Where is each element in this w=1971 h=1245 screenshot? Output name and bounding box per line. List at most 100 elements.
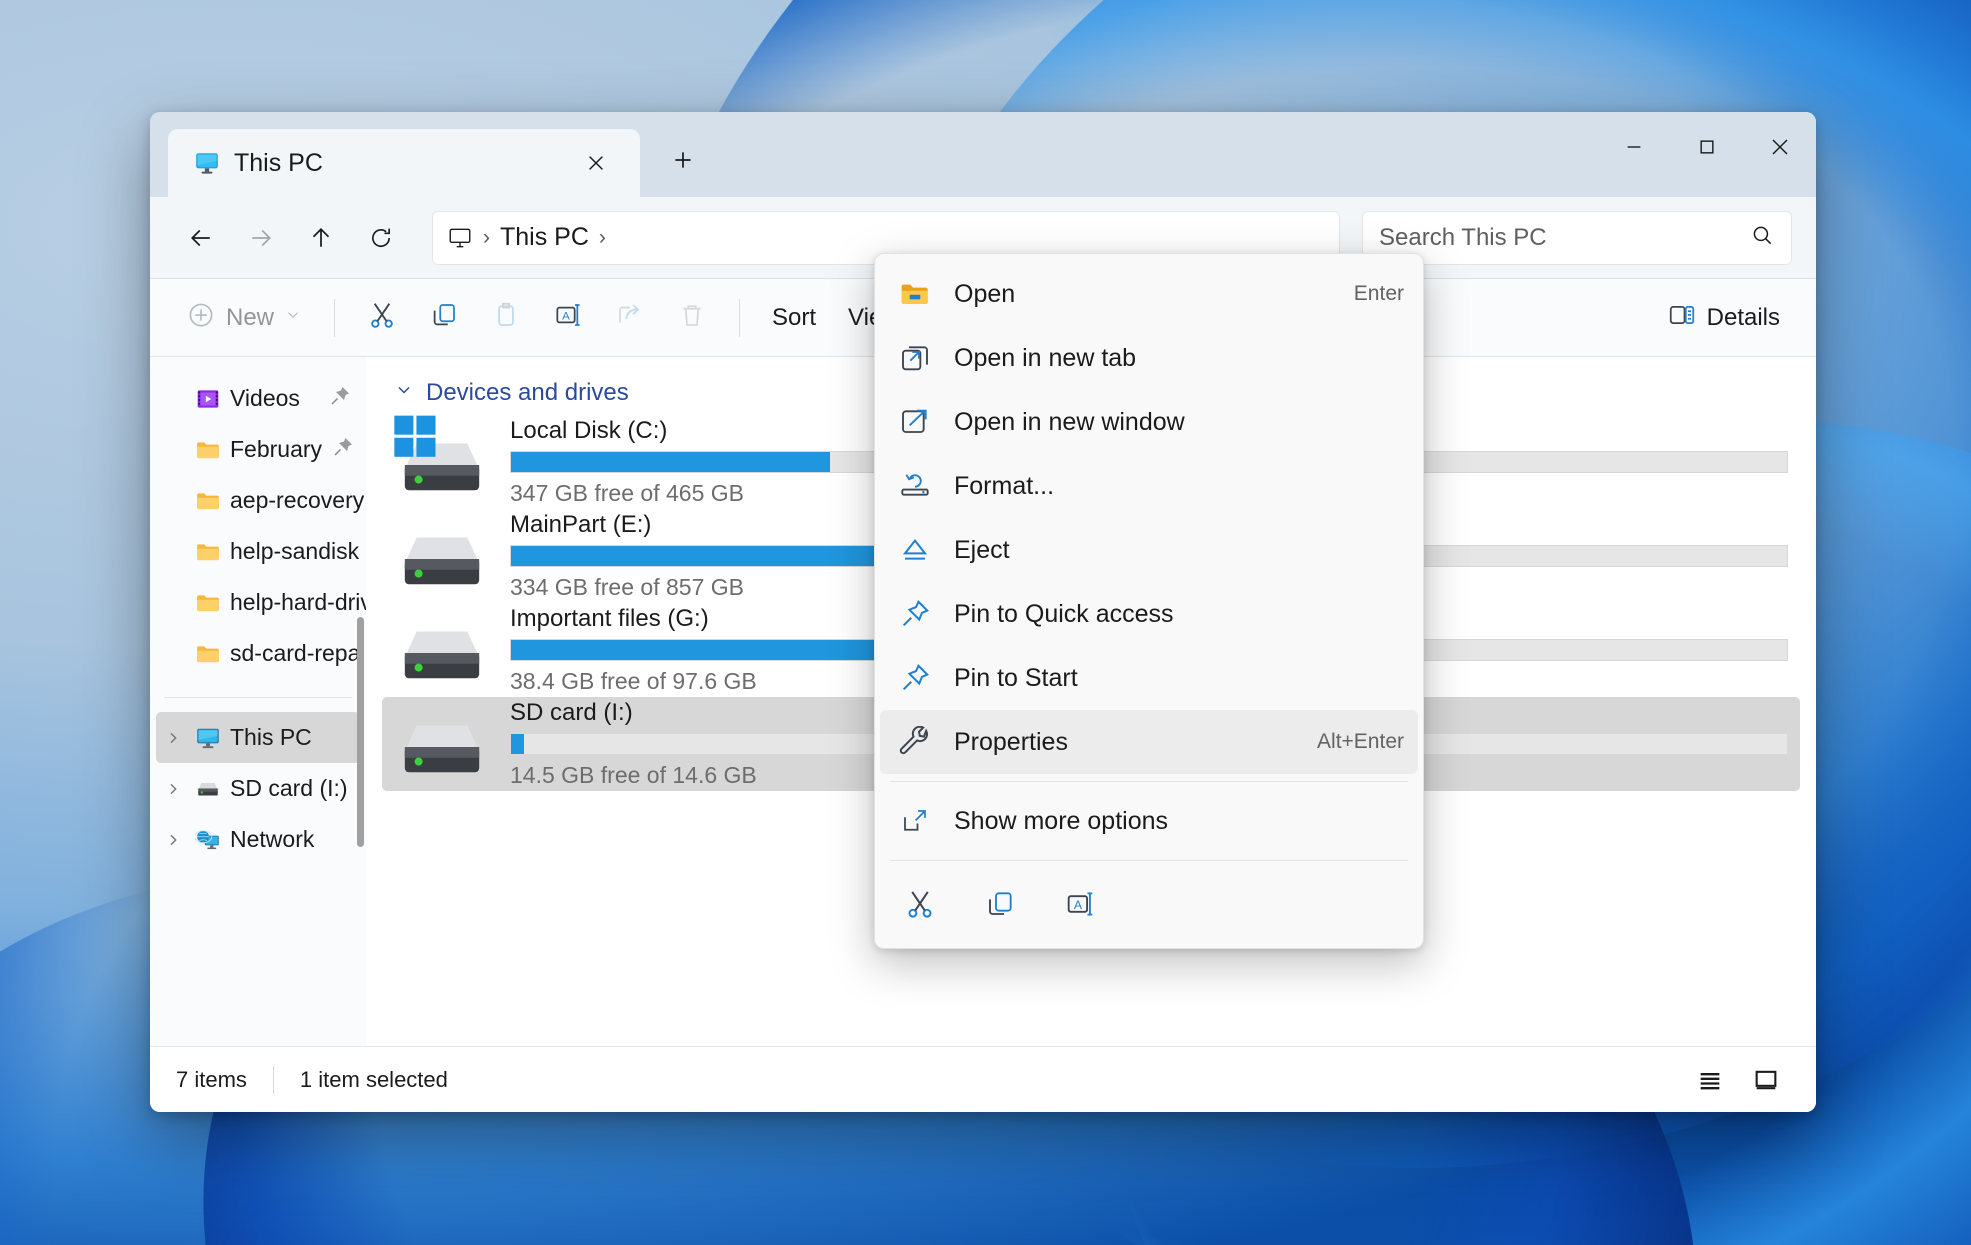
- maximize-button[interactable]: [1670, 112, 1743, 182]
- sidebar-item-help-hard-drive[interactable]: help-hard-drive: [156, 577, 366, 628]
- menu-item-label: Open: [954, 279, 1016, 308]
- folder-icon: [195, 488, 221, 514]
- monitor-icon: [194, 150, 220, 176]
- pin-icon: [896, 659, 934, 697]
- menu-item-format[interactable]: Format...: [880, 454, 1418, 518]
- videos-folder-icon: [195, 386, 221, 412]
- format-disk-icon: [896, 467, 934, 505]
- menu-item-properties[interactable]: Properties Alt+Enter: [880, 710, 1418, 774]
- minimize-button[interactable]: [1597, 112, 1670, 182]
- sort-label: Sort: [772, 303, 817, 331]
- menu-item-pin-to-start[interactable]: Pin to Start: [880, 646, 1418, 710]
- capacity-bar-fill: [511, 452, 830, 472]
- search-box[interactable]: [1362, 210, 1792, 265]
- sidebar-item-this-pc[interactable]: This PC: [156, 712, 360, 763]
- share-button[interactable]: [601, 291, 659, 345]
- divider: [272, 1065, 274, 1094]
- title-bar: This PC: [150, 112, 1816, 197]
- sidebar-item-videos[interactable]: Videos: [156, 373, 360, 424]
- status-bar: 7 items 1 item selected: [150, 1046, 1816, 1112]
- up-button[interactable]: [294, 211, 348, 265]
- folder-icon: [195, 590, 221, 616]
- menu-item-eject[interactable]: Eject: [880, 518, 1418, 582]
- close-icon[interactable]: [574, 141, 618, 185]
- menu-item-open[interactable]: Open Enter: [880, 262, 1418, 326]
- monitor-icon: [447, 225, 473, 251]
- close-button[interactable]: [1743, 112, 1816, 182]
- pin-icon: [328, 384, 352, 413]
- chevron-right-icon[interactable]: [160, 832, 186, 848]
- menu-item-open-in-new-window[interactable]: Open in new window: [880, 390, 1418, 454]
- refresh-button[interactable]: [354, 211, 408, 265]
- details-pane-button[interactable]: Details: [1653, 291, 1794, 345]
- sidebar-item-sd-card-repair[interactable]: sd-card-repair: [156, 628, 366, 679]
- sidebar-item-label: help-sandisk: [230, 538, 360, 564]
- monitor-icon: [195, 725, 221, 751]
- breadcrumb-separator[interactable]: ›: [599, 226, 606, 250]
- menu-item-label: Format...: [954, 471, 1055, 500]
- new-button[interactable]: New: [172, 291, 316, 345]
- sidebar-item-aep-recovery[interactable]: aep-recovery: [156, 475, 364, 526]
- wrench-icon: [896, 723, 934, 761]
- sidebar-item-february[interactable]: February: [156, 424, 360, 475]
- desktop: This PC › This PC › Search This PC New A…: [0, 0, 1971, 1245]
- divider: [890, 860, 1408, 861]
- paste-button[interactable]: [477, 291, 535, 345]
- menu-item-label: Pin to Start: [954, 663, 1078, 692]
- copy-button[interactable]: [415, 291, 473, 345]
- eject-icon: [896, 531, 934, 569]
- context-menu: Open Enter Open in new tab Open in new wind…: [874, 253, 1424, 949]
- cut-button[interactable]: [894, 878, 946, 930]
- quick-access-list: Videos February aep-recovery help-sandisk he…: [150, 373, 366, 679]
- trash-icon: [677, 300, 707, 335]
- delete-button[interactable]: [663, 291, 721, 345]
- list-view-button[interactable]: [1686, 1058, 1734, 1102]
- rename-button[interactable]: A: [539, 291, 597, 345]
- folder-icon: [195, 437, 221, 463]
- tab-strip: This PC: [150, 112, 712, 197]
- menu-item-accelerator: Alt+Enter: [1317, 730, 1404, 753]
- sort-button[interactable]: Sort: [758, 291, 830, 345]
- drive-icon: [195, 776, 221, 802]
- menu-item-open-in-new-tab[interactable]: Open in new tab: [880, 326, 1418, 390]
- menu-item-show-more-options[interactable]: Show more options: [880, 789, 1418, 853]
- menu-item-pin-to-quick-access[interactable]: Pin to Quick access: [880, 582, 1418, 646]
- window-controls: [1597, 112, 1816, 182]
- forward-button[interactable]: [234, 211, 288, 265]
- details-view-button[interactable]: [1742, 1058, 1790, 1102]
- sidebar-item-help-sandisk[interactable]: help-sandisk: [156, 526, 360, 577]
- drive-icon: [394, 520, 490, 592]
- copy-icon: [429, 300, 459, 335]
- drive-icon: [394, 614, 490, 686]
- chevron-right-icon[interactable]: [160, 730, 186, 746]
- rename-icon: A: [552, 299, 584, 336]
- sidebar-item-label: sd-card-repair: [230, 640, 366, 666]
- breadcrumb-this-pc[interactable]: This PC: [500, 223, 589, 252]
- copy-button[interactable]: [974, 878, 1026, 930]
- svg-text:A: A: [562, 311, 570, 323]
- chevron-right-icon[interactable]: [160, 781, 186, 797]
- share-icon: [615, 300, 645, 335]
- search-input[interactable]: [1379, 223, 1749, 252]
- folder-icon: [195, 641, 221, 667]
- back-button[interactable]: [174, 211, 228, 265]
- new-label: New: [226, 303, 275, 331]
- windows-drive-icon: [394, 415, 490, 498]
- new-tab-icon: [896, 339, 934, 377]
- menu-item-label: Properties: [954, 727, 1068, 756]
- sidebar-item-sd-card-i[interactable]: SD card (I:): [156, 763, 360, 814]
- view-toggles: [1686, 1058, 1790, 1102]
- context-menu-items: Open Enter Open in new tab Open in new wind…: [880, 262, 1418, 774]
- menu-item-label: Open in new tab: [954, 343, 1137, 372]
- cut-button[interactable]: [353, 291, 411, 345]
- search-icon[interactable]: [1749, 222, 1775, 253]
- new-tab-button[interactable]: [654, 133, 712, 191]
- rename-button[interactable]: A: [1054, 878, 1106, 930]
- paste-icon: [491, 300, 521, 335]
- divider: [164, 697, 352, 698]
- sidebar-item-network[interactable]: Network: [156, 814, 360, 865]
- tab-this-pc[interactable]: This PC: [168, 129, 640, 197]
- sidebar-scrollbar[interactable]: [357, 617, 364, 847]
- drive-icon: [394, 708, 490, 780]
- plus-icon: [670, 147, 696, 178]
